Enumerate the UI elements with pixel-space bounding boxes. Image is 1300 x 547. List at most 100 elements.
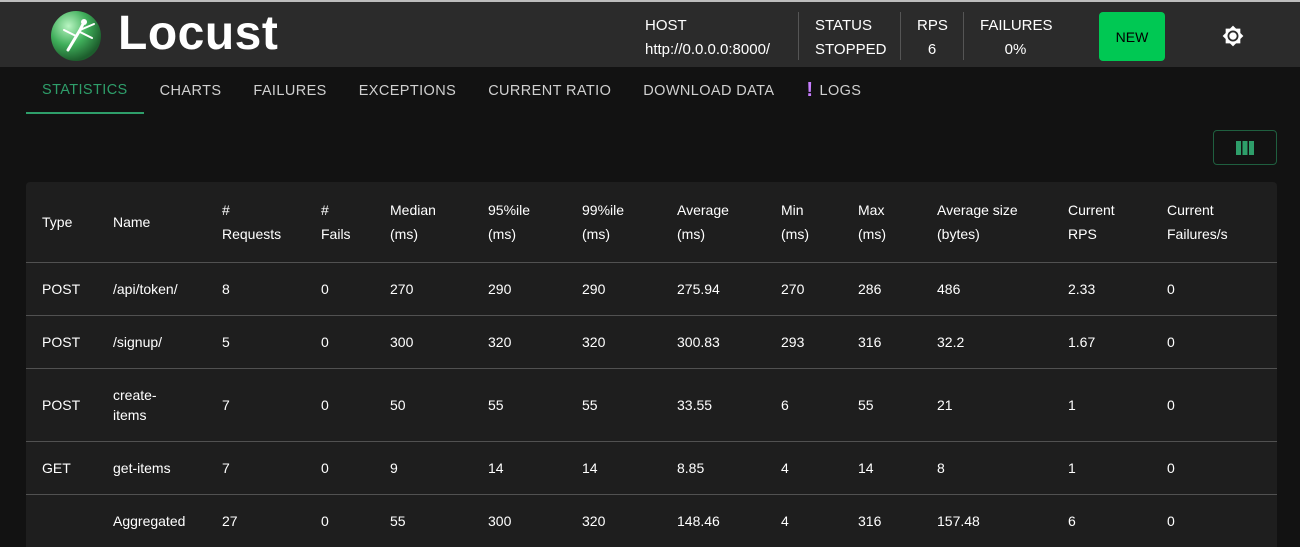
table-cell: get-items xyxy=(97,441,206,495)
column-header[interactable]: 95%ile (ms) xyxy=(472,182,566,263)
column-header-label: # xyxy=(321,201,329,218)
column-header[interactable]: Name xyxy=(97,182,206,263)
table-cell: 6 xyxy=(765,368,842,442)
table-cell: 0 xyxy=(305,368,374,442)
table-cell: 32.2 xyxy=(921,315,1052,369)
table-cell xyxy=(26,494,97,547)
table-cell: 0 xyxy=(1151,315,1277,369)
tab-logs[interactable]: ! LOGS xyxy=(790,67,877,114)
column-header[interactable]: Average size (bytes) xyxy=(921,182,1052,263)
table-cell: 0 xyxy=(1151,441,1277,495)
new-test-button[interactable]: NEW xyxy=(1099,12,1165,61)
table-cell: 8 xyxy=(921,441,1052,495)
column-header[interactable]: Current Failures/s xyxy=(1151,182,1277,263)
column-header-label: Average size xyxy=(937,201,1018,218)
table-cell: 300 xyxy=(472,494,566,547)
column-header[interactable]: 99%ile (ms) xyxy=(566,182,661,263)
column-header-label: (ms) xyxy=(858,225,886,242)
status-value: STOPPED xyxy=(815,41,887,58)
column-header-label: RPS xyxy=(1068,225,1097,242)
table-cell: 1 xyxy=(1052,368,1151,442)
table-cell: 2.33 xyxy=(1052,262,1151,316)
theme-toggle-button[interactable] xyxy=(1219,22,1247,50)
table-cell: 55 xyxy=(374,494,472,547)
aggregated-row: Aggregated 27 0 55 300 320 148.46 4 316 157.48 6 0 xyxy=(26,494,1277,547)
tab-failures[interactable]: FAILURES xyxy=(237,67,342,114)
table-cell: 286 xyxy=(842,262,921,316)
table-cell: POST xyxy=(26,262,97,316)
rps-stat: RPS 6 xyxy=(917,14,948,62)
locust-logo-icon[interactable] xyxy=(50,10,102,62)
column-header-label: Type xyxy=(42,213,73,230)
column-header-label: Failures/s xyxy=(1167,225,1228,242)
tab-charts[interactable]: CHARTS xyxy=(144,67,238,114)
column-header[interactable]: # Fails xyxy=(305,182,374,263)
table-cell: GET xyxy=(26,441,97,495)
column-header[interactable]: Type xyxy=(26,182,97,263)
column-header[interactable]: Min (ms) xyxy=(765,182,842,263)
table-cell: 275.94 xyxy=(661,262,765,316)
tab-download-data[interactable]: DOWNLOAD DATA xyxy=(627,67,790,114)
table-cell: 55 xyxy=(566,368,661,442)
column-header-label: Min xyxy=(781,201,804,218)
table-cell: 14 xyxy=(842,441,921,495)
table-cell: 157.48 xyxy=(921,494,1052,547)
column-header[interactable]: Median (ms) xyxy=(374,182,472,263)
header-divider xyxy=(900,12,901,60)
table-cell: 316 xyxy=(842,315,921,369)
header-divider xyxy=(798,12,799,60)
exclamation-icon: ! xyxy=(806,79,814,101)
tab-statistics[interactable]: STATISTICS xyxy=(26,67,144,114)
table-header-row: Type Name # Requests # Fails Median (ms) 95%ile (… xyxy=(26,182,1277,263)
table-cell: 320 xyxy=(566,315,661,369)
failures-stat: FAILURES 0% xyxy=(980,14,1053,62)
table-cell: 4 xyxy=(765,494,842,547)
column-header[interactable]: Max (ms) xyxy=(842,182,921,263)
table-cell: 486 xyxy=(921,262,1052,316)
host-stat: HOST http://0.0.0.0:8000/ xyxy=(645,14,770,62)
status-label: STATUS xyxy=(815,17,872,34)
app-bar: Locust HOST http://0.0.0.0:8000/ STATUS … xyxy=(0,0,1300,67)
failures-label: FAILURES xyxy=(980,17,1053,34)
table-cell: Aggregated xyxy=(97,494,206,547)
table-cell: 8 xyxy=(206,262,305,316)
rps-value: 6 xyxy=(927,41,937,58)
table-cell: 290 xyxy=(472,262,566,316)
tab-current-ratio[interactable]: CURRENT RATIO xyxy=(472,67,627,114)
table-cell: /signup/ xyxy=(97,315,206,369)
table-cell: 9 xyxy=(374,441,472,495)
column-header-label: Max xyxy=(858,201,885,218)
table-cell: /api/token/ xyxy=(97,262,206,316)
column-header-label: # xyxy=(222,201,230,218)
table-cell: 0 xyxy=(305,441,374,495)
table-cell: 148.46 xyxy=(661,494,765,547)
select-columns-button[interactable] xyxy=(1213,130,1277,165)
table-cell: 55 xyxy=(472,368,566,442)
table-cell: 290 xyxy=(566,262,661,316)
column-header[interactable]: Average (ms) xyxy=(661,182,765,263)
column-header[interactable]: Current RPS xyxy=(1052,182,1151,263)
host-value: http://0.0.0.0:8000/ xyxy=(645,41,771,58)
header-divider xyxy=(963,12,964,60)
table-cell: 1 xyxy=(1052,441,1151,495)
table-row: POST/api/token/8 0 270 290 290 275.94 270 286 48… xyxy=(26,262,1277,316)
column-header-label: (ms) xyxy=(390,225,418,242)
table-cell: 300 xyxy=(374,315,472,369)
column-header-label: Requests xyxy=(222,225,282,242)
column-header[interactable]: # Requests xyxy=(206,182,305,263)
table-cell: 7 xyxy=(206,441,305,495)
table-cell: 4 xyxy=(765,441,842,495)
brand-title: Locust xyxy=(118,7,279,60)
table-row: POST create-items 7 0 50 55 55 33.55 6 55 21 1 0 xyxy=(26,368,1277,442)
statistics-table-container: Type Name # Requests # Fails Median (ms) 95%ile (… xyxy=(26,182,1277,547)
column-header-label: (ms) xyxy=(677,225,705,242)
table-cell: 6 xyxy=(1052,494,1151,547)
status-stat: STATUS STOPPED xyxy=(815,14,886,62)
column-header-label: (ms) xyxy=(781,225,809,242)
table-cell: 1.67 xyxy=(1052,315,1151,369)
table-cell: 270 xyxy=(374,262,472,316)
statistics-table: Type Name # Requests # Fails Median (ms) 95%ile (… xyxy=(26,182,1277,547)
tab-exceptions[interactable]: EXCEPTIONS xyxy=(343,67,472,114)
table-cell: 5 xyxy=(206,315,305,369)
table-cell: 27 xyxy=(206,494,305,547)
